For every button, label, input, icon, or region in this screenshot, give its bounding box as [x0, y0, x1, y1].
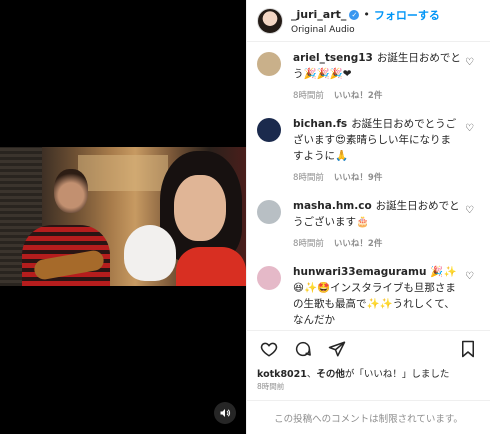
comment-time[interactable]: 8時間前 [293, 88, 324, 104]
header-separator: • [363, 8, 370, 21]
comment-likes[interactable]: いいね！9件 [334, 170, 382, 186]
bookmark-icon[interactable] [456, 337, 480, 361]
video-woman-face [174, 175, 226, 241]
comment-item: hunwari33emaguramu 🎉✨😆✨🤩インスタライブも旦那さまの生歌も最… [257, 264, 480, 328]
comment-item: bichan.fs お誕生日おめでとうございます😍素晴らしい年になりますように🙏 … [257, 116, 480, 186]
commenter-username[interactable]: hunwari33emaguramu [293, 266, 426, 278]
verified-badge-icon: ✓ [349, 9, 360, 20]
comments-list[interactable]: ariel_tseng13 お誕生日おめでとう🎉🎉🎉❤ 8時間前 いいね！2件 ♡… [247, 42, 490, 330]
comment-likes[interactable]: いいね！2件 [334, 88, 382, 104]
post-viewer: _juri_art_ ✓ • フォローする Original Audio ari… [0, 0, 490, 434]
details-panel: _juri_art_ ✓ • フォローする Original Audio ari… [246, 0, 490, 434]
liked-by-others[interactable]: その他 [316, 369, 345, 380]
video-white-dog [124, 225, 176, 281]
video-player[interactable] [0, 147, 246, 286]
like-heart-icon[interactable] [257, 337, 281, 361]
author-info: _juri_art_ ✓ • フォローする Original Audio [291, 7, 440, 35]
commenter-avatar[interactable] [257, 200, 281, 224]
audio-label[interactable]: Original Audio [291, 25, 440, 35]
share-paper-plane-icon[interactable] [325, 337, 349, 361]
comment-like-heart-icon[interactable]: ♡ [465, 271, 474, 282]
post-date[interactable]: 8時間前 [247, 380, 490, 400]
action-bar [247, 330, 490, 366]
author-avatar[interactable] [257, 7, 283, 34]
commenter-username[interactable]: masha.hm.co [293, 200, 372, 212]
commenter-avatar[interactable] [257, 52, 281, 76]
comment-item: ariel_tseng13 お誕生日おめでとう🎉🎉🎉❤ 8時間前 いいね！2件 ♡ [257, 50, 480, 104]
comment-like-heart-icon[interactable]: ♡ [465, 57, 474, 68]
video-woman-shirt [176, 247, 246, 286]
speaker-icon [219, 404, 231, 423]
commenter-username[interactable]: bichan.fs [293, 118, 347, 130]
comment-time[interactable]: 8時間前 [293, 170, 324, 186]
video-man-head [54, 169, 88, 213]
comments-disabled-notice: この投稿へのコメントは制限されています。 [247, 400, 490, 434]
comment-time[interactable]: 8時間前 [293, 236, 324, 252]
liked-by-sep: 、 [306, 369, 317, 380]
comment-like-heart-icon[interactable]: ♡ [465, 123, 474, 134]
author-username[interactable]: _juri_art_ [291, 8, 346, 21]
comment-bubble-icon[interactable] [291, 337, 315, 361]
comment-meta: 8時間前 いいね！2件 [293, 236, 461, 252]
liked-by-user[interactable]: kotk8021 [257, 369, 307, 380]
video-shelf [78, 155, 168, 191]
media-panel [0, 0, 246, 434]
comment-likes[interactable]: いいね！2件 [334, 236, 382, 252]
post-header: _juri_art_ ✓ • フォローする Original Audio [247, 0, 490, 42]
comment-like-heart-icon[interactable]: ♡ [465, 205, 474, 216]
liked-by-line: kotk8021、その他が「いいね！」しました [247, 366, 490, 380]
comment-item: masha.hm.co お誕生日おめでとうございます🎂 8時間前 いいね！2件 ♡ [257, 198, 480, 252]
follow-button[interactable]: フォローする [374, 7, 440, 23]
comment-meta: 8時間前 いいね！9件 [293, 170, 461, 186]
commenter-avatar[interactable] [257, 118, 281, 142]
liked-by-suffix: が「いいね！」しました [344, 369, 450, 380]
commenter-username[interactable]: ariel_tseng13 [293, 52, 373, 64]
commenter-avatar[interactable] [257, 266, 281, 290]
audio-toggle-button[interactable] [214, 402, 236, 424]
comment-meta: 8時間前 いいね！2件 [293, 88, 461, 104]
